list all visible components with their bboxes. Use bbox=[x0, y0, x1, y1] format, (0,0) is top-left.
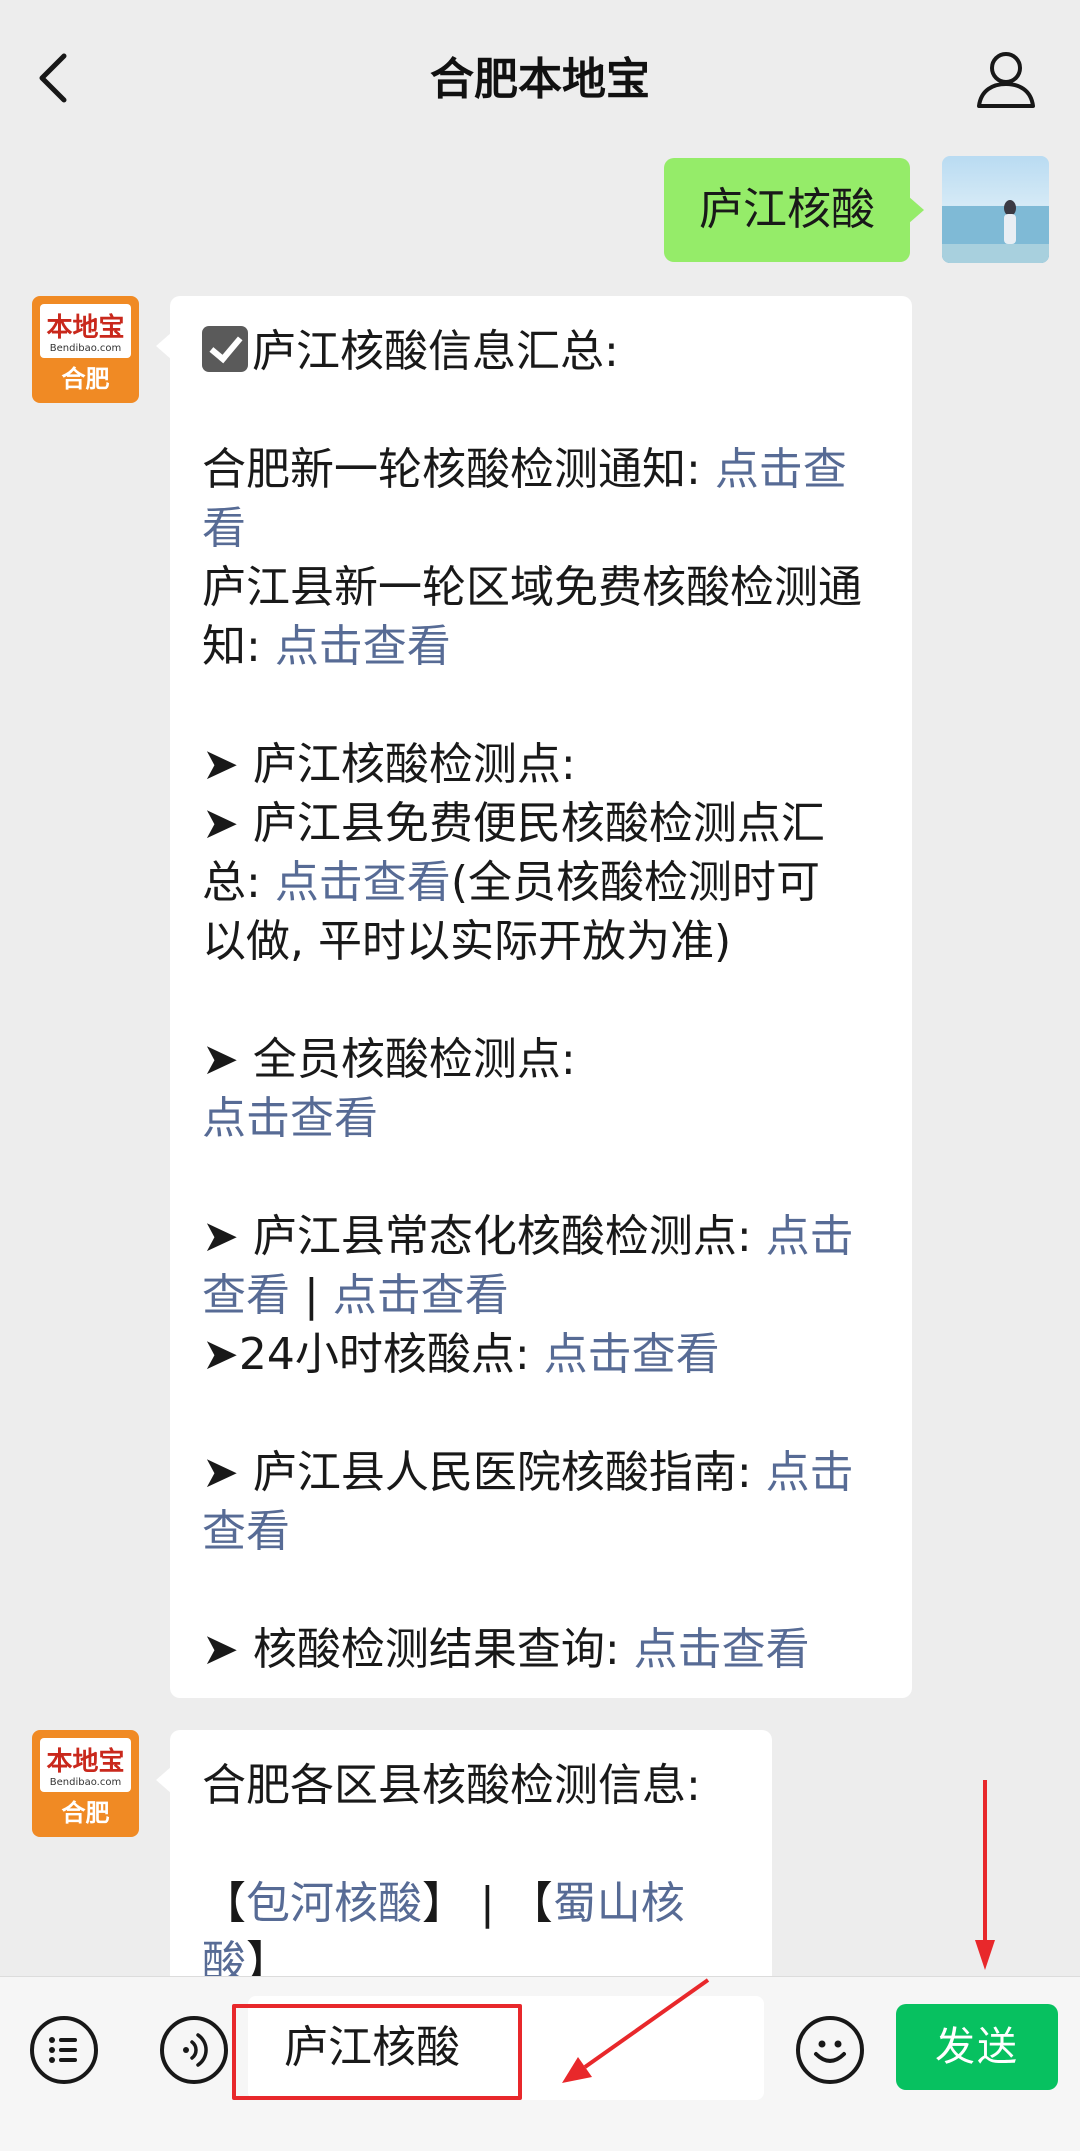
message-line: 点击查看 bbox=[202, 1089, 862, 1148]
message-text-segment: ➤24小时核酸点: bbox=[202, 1329, 544, 1380]
link-text[interactable]: 点击 bbox=[766, 1447, 854, 1498]
message-line: ➤ 全员核酸检测点: bbox=[202, 1030, 862, 1089]
message-text: 合肥各区县核酸检测信息: 【包河核酸】 | 【蜀山核 酸】 bbox=[202, 1756, 701, 1992]
message-line: ➤ 庐江核酸检测点: bbox=[202, 735, 862, 794]
link-text[interactable]: 点击查看 bbox=[275, 621, 451, 672]
message-text-segment: | bbox=[290, 1270, 333, 1321]
message-text-segment: 】 | 【 bbox=[422, 1878, 553, 1929]
message-line: 【包河核酸】 | 【蜀山核 bbox=[202, 1874, 701, 1933]
message-line: 看 bbox=[202, 499, 862, 558]
user-icon[interactable] bbox=[975, 48, 1037, 112]
message-text-segment: ➤ 庐江核酸检测点: bbox=[202, 739, 576, 790]
message-text-segment: (全员核酸检测时可 bbox=[450, 857, 820, 908]
message-text-segment: 庐江核酸信息汇总: bbox=[252, 326, 619, 377]
link-text[interactable]: 看 bbox=[202, 503, 246, 554]
message-text-segment: 以做, 平时以实际开放为准) bbox=[202, 916, 732, 967]
list-icon[interactable] bbox=[30, 2016, 98, 2084]
message-text-segment: ➤ 庐江县常态化核酸检测点: bbox=[202, 1211, 766, 1262]
sent-message-bubble[interactable]: 庐江核酸 bbox=[664, 158, 924, 262]
received-message-bubble: 庐江核酸信息汇总: 合肥新一轮核酸检测通知: 点击查看庐江县新一轮区域免费核酸检测… bbox=[156, 296, 912, 1698]
bendibao-logo: 本地宝 Bendibao.com bbox=[40, 304, 131, 358]
link-text[interactable]: 点击查看 bbox=[544, 1329, 720, 1380]
message-line: ➤ 核酸检测结果查询: 点击查看 bbox=[202, 1620, 862, 1679]
message-text-segment: ➤ 庐江县人民医院核酸指南: bbox=[202, 1447, 766, 1498]
send-button[interactable]: 发送 bbox=[896, 2004, 1058, 2090]
bot-avatar[interactable]: 本地宝 Bendibao.com 合肥 bbox=[32, 296, 139, 403]
link-text[interactable]: 点击查看 bbox=[275, 857, 451, 908]
message-text-segment: 合肥各区县核酸检测信息: bbox=[202, 1760, 701, 1811]
message-text-segment: 合肥新一轮核酸检测通知: bbox=[202, 444, 715, 495]
message-text-segment: 【 bbox=[202, 1878, 246, 1929]
link-text[interactable]: 查看 bbox=[202, 1506, 290, 1557]
message-line: 庐江县新一轮区域免费核酸检测通 bbox=[202, 558, 862, 617]
message-text-segment: 知: bbox=[202, 621, 275, 672]
bendibao-logo: 本地宝 Bendibao.com bbox=[40, 1738, 131, 1792]
link-text[interactable]: 包河核酸 bbox=[246, 1878, 422, 1929]
message-line: 合肥新一轮核酸检测通知: 点击查 bbox=[202, 440, 862, 499]
message-line: ➤ 庐江县免费便民核酸检测点汇 bbox=[202, 794, 862, 853]
message-line: 合肥各区县核酸检测信息: bbox=[202, 1756, 701, 1815]
annotation-highlight-box bbox=[232, 2004, 522, 2100]
message-line: 查看 | 点击查看 bbox=[202, 1266, 862, 1325]
message-line: ➤24小时核酸点: 点击查看 bbox=[202, 1325, 862, 1384]
message-text-segment: ➤ 全员核酸检测点: bbox=[202, 1034, 576, 1085]
chat-title: 合肥本地宝 bbox=[430, 54, 650, 105]
link-text[interactable]: 蜀山核 bbox=[553, 1878, 685, 1929]
link-text[interactable]: 查看 bbox=[202, 1270, 290, 1321]
message-text-segment: ➤ 庐江县免费便民核酸检测点汇 bbox=[202, 798, 825, 849]
message-line: ➤ 庐江县常态化核酸检测点: 点击 bbox=[202, 1207, 862, 1266]
voice-icon[interactable] bbox=[160, 2016, 228, 2084]
message-line: 以做, 平时以实际开放为准) bbox=[202, 912, 862, 971]
message-line: 知: 点击查看 bbox=[202, 617, 862, 676]
message-line: 总: 点击查看(全员核酸检测时可 bbox=[202, 853, 862, 912]
self-avatar[interactable] bbox=[942, 156, 1049, 263]
emoji-icon[interactable] bbox=[796, 2016, 864, 2084]
message-text-segment: ➤ 核酸检测结果查询: bbox=[202, 1624, 634, 1675]
message-text: 庐江核酸信息汇总: 合肥新一轮核酸检测通知: 点击查看庐江县新一轮区域免费核酸检测… bbox=[202, 322, 862, 1679]
link-text[interactable]: 点击查看 bbox=[333, 1270, 509, 1321]
message-line: 查看 bbox=[202, 1502, 862, 1561]
bot-avatar[interactable]: 本地宝 Bendibao.com 合肥 bbox=[32, 1730, 139, 1837]
link-text[interactable]: 点击查 bbox=[715, 444, 847, 495]
link-text[interactable]: 点击查看 bbox=[202, 1093, 378, 1144]
message-line: 庐江核酸信息汇总: bbox=[202, 322, 862, 381]
checkbox-checked-icon bbox=[202, 326, 248, 372]
link-text[interactable]: 点击 bbox=[766, 1211, 854, 1262]
link-text[interactable]: 点击查看 bbox=[634, 1624, 810, 1675]
message-text-segment: 总: bbox=[202, 857, 275, 908]
message-line: ➤ 庐江县人民医院核酸指南: 点击 bbox=[202, 1443, 862, 1502]
message-text-segment: 庐江县新一轮区域免费核酸检测通 bbox=[202, 562, 862, 613]
